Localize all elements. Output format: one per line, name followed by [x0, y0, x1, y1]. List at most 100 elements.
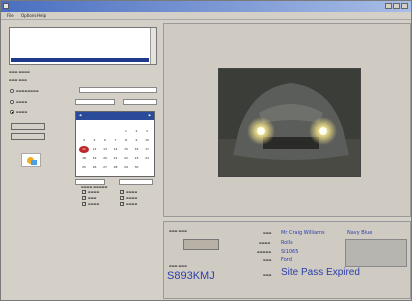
calendar-day[interactable]: 1 [121, 128, 131, 135]
calendar-day[interactable] [100, 128, 110, 135]
calendar-day[interactable]: 17 [142, 146, 152, 153]
category-checkbox-5[interactable] [120, 195, 124, 200]
application-window: File Options Help ▬▬▬ ▬▬▬▬ ▬▬▬ ▬▬▬ ▬▬▬▬▬… [0, 0, 412, 301]
category-checkbox-4[interactable] [120, 189, 124, 194]
category-label-3: ▬▬▬▬ [88, 202, 100, 206]
category-label-5: ▬▬▬▬ [126, 196, 138, 200]
calendar-dow [142, 122, 152, 127]
calendar-day[interactable]: 7 [111, 137, 121, 144]
calendar-day[interactable]: 28 [111, 164, 121, 171]
calendar-day[interactable]: 5 [90, 137, 100, 144]
colour-label: ▬▬▬▬ [259, 241, 271, 245]
menu-file[interactable]: File [7, 13, 14, 18]
maximize-button[interactable] [393, 3, 400, 9]
calendar-day[interactable]: 6 [100, 137, 110, 144]
name-label: ▬▬▬ [263, 231, 272, 235]
category-checkbox-6[interactable] [120, 201, 124, 206]
calendar-day[interactable]: 15 [121, 146, 131, 153]
list-item-selected[interactable] [11, 57, 149, 62]
category-label-6: ▬▬▬▬ [126, 202, 138, 206]
time-to-field[interactable] [119, 179, 153, 185]
radio-option-1[interactable] [10, 89, 14, 93]
prev-month-button[interactable]: ◀ [79, 113, 81, 117]
menu-help[interactable]: Help [37, 13, 46, 18]
make-label: ▬▬▬ [263, 258, 272, 262]
calendar-day[interactable]: 23 [132, 155, 142, 162]
list-item[interactable] [11, 30, 149, 35]
menu-options[interactable]: Options [21, 13, 36, 18]
calendar-day[interactable] [111, 128, 121, 135]
calendar-day[interactable]: 2 [132, 128, 142, 135]
reset-button[interactable] [11, 133, 45, 140]
calendar-dow [111, 122, 121, 127]
category-checkbox-1[interactable] [82, 189, 86, 194]
calendar-day[interactable] [142, 164, 152, 171]
app-icon [3, 3, 9, 9]
radio-option-1-label: ▬▬▬▬▬▬▬▬ [16, 89, 39, 93]
make-value: Ford [281, 257, 292, 263]
calendar-day[interactable]: 14 [111, 146, 121, 153]
date-from-field[interactable] [75, 99, 115, 105]
date-calendar[interactable]: ◀ ▶ 1 2 3 4 5 6 7 8 9 10 11 12 13 14 15 16 17 18 19 20 21 22 2… [75, 111, 155, 177]
search-criteria-label: ▬▬▬ ▬▬▬ [9, 78, 27, 82]
calendar-day[interactable]: 26 [90, 164, 100, 171]
menu-bar: File Options Help [1, 12, 411, 20]
radio-option-3[interactable] [10, 110, 14, 114]
minimize-button[interactable] [385, 3, 392, 9]
calendar-day[interactable]: 30 [132, 164, 142, 171]
category-label-4: ▬▬▬▬ [126, 190, 138, 194]
calendar-day[interactable]: 13 [100, 146, 110, 153]
name-value: Mr Craig Williams [281, 230, 325, 236]
category-checkbox-3[interactable] [82, 201, 86, 206]
calendar-day[interactable]: 21 [111, 155, 121, 162]
category-label-1: ▬▬▬▬ [88, 190, 100, 194]
calendar-dow [121, 122, 131, 127]
calendar-day[interactable]: 4 [79, 137, 89, 144]
camera-image [218, 68, 361, 177]
records-label: ▬▬▬ ▬▬▬▬ [9, 70, 30, 74]
calendar-day[interactable]: 27 [100, 164, 110, 171]
event-list[interactable] [9, 27, 157, 65]
calendar-day[interactable]: 8 [121, 137, 131, 144]
calendar-day[interactable]: 20 [100, 155, 110, 162]
plate-image [183, 239, 219, 250]
search-button[interactable] [11, 123, 45, 130]
plate-image-label: ▬▬▬ ▬▬▬ [169, 229, 187, 233]
calendar-day[interactable]: 11 [79, 146, 89, 153]
search-field[interactable] [79, 87, 157, 93]
calendar-dow [79, 122, 89, 127]
calendar-day[interactable] [90, 128, 100, 135]
calendar-day[interactable]: 29 [121, 164, 131, 171]
list-item[interactable] [11, 47, 149, 52]
calendar-day[interactable]: 25 [79, 164, 89, 171]
car-image [219, 69, 360, 176]
title-bar [1, 1, 411, 12]
list-scrollbar[interactable] [150, 28, 156, 64]
calendar-dow [100, 122, 110, 127]
calendar-day[interactable]: 12 [90, 146, 100, 153]
calendar-day[interactable]: 16 [132, 146, 142, 153]
plate-number-label: ▬▬▬ ▬▬▬ [169, 264, 187, 268]
next-month-button[interactable]: ▶ [149, 113, 151, 117]
list-item[interactable] [11, 52, 149, 57]
calendar-day[interactable]: 9 [132, 137, 142, 144]
plate-number: S893KMJ [167, 270, 215, 282]
radio-option-2[interactable] [10, 100, 14, 104]
calendar-day[interactable]: 10 [142, 137, 152, 144]
calendar-day[interactable]: 19 [90, 155, 100, 162]
company-value: SI1065 [281, 249, 299, 255]
calendar-day[interactable] [79, 128, 89, 135]
list-item[interactable] [11, 41, 149, 46]
calendar-day[interactable]: 22 [121, 155, 131, 162]
vehicle-colour-value: Navy Blue [347, 230, 373, 236]
date-to-field[interactable] [123, 99, 157, 105]
status-message: Site Pass Expired [281, 267, 360, 278]
category-checkbox-2[interactable] [82, 195, 86, 200]
calendar-day[interactable]: 24 [142, 155, 152, 162]
calendar-header: ◀ ▶ [76, 112, 154, 120]
driver-photo [345, 239, 407, 267]
list-item[interactable] [11, 36, 149, 41]
calendar-day[interactable]: 18 [79, 155, 89, 162]
calendar-day[interactable]: 3 [142, 128, 152, 135]
close-button[interactable] [401, 3, 408, 9]
